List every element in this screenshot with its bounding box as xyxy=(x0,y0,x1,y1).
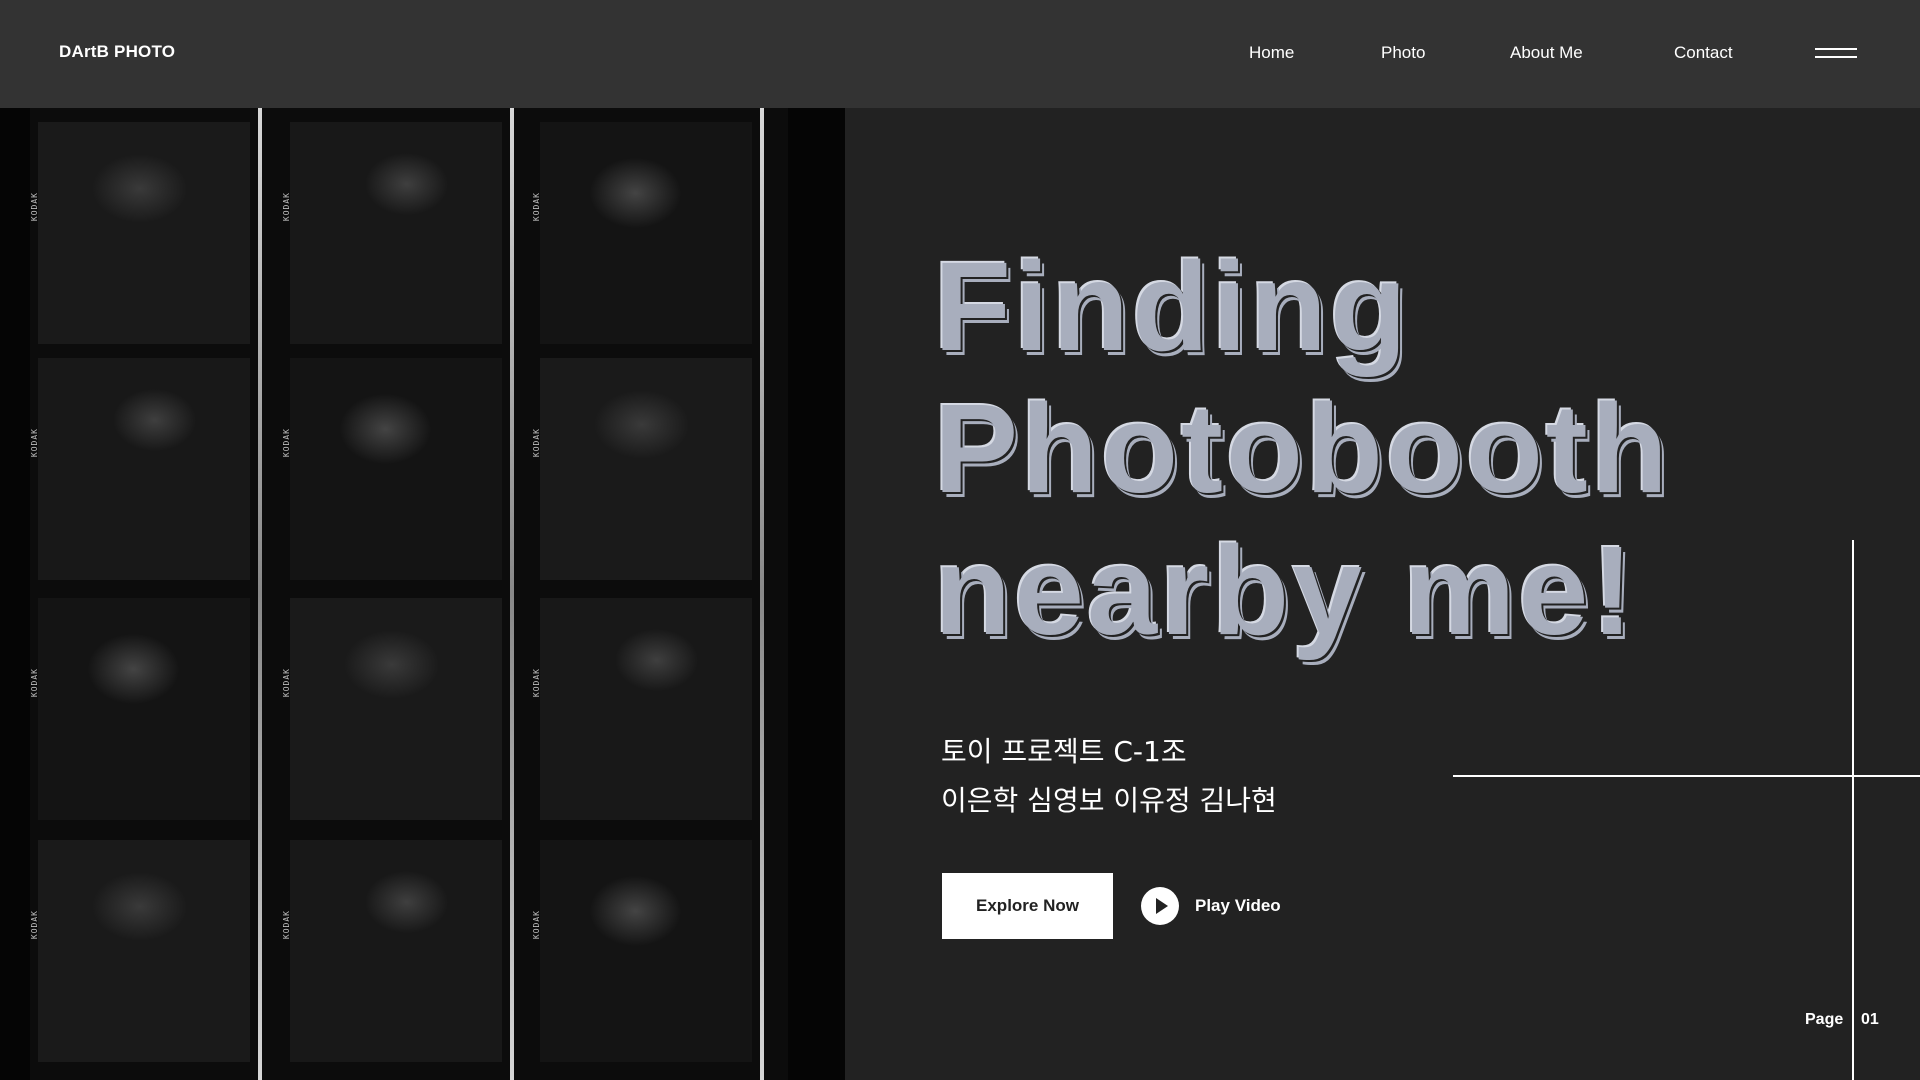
project-team-name: 토이 프로젝트 C-1조 xyxy=(941,735,1187,768)
photobooth-frame xyxy=(38,598,250,820)
portrait-photo xyxy=(290,598,502,820)
film-brand-marker: KODAK xyxy=(282,668,291,698)
film-edge xyxy=(258,108,262,1080)
photobooth-frame xyxy=(540,122,752,344)
explore-now-button[interactable]: Explore Now xyxy=(942,873,1113,939)
portrait-photo xyxy=(290,358,502,580)
film-brand-marker: KODAK xyxy=(282,910,291,940)
portrait-photo xyxy=(38,358,250,580)
menu-bar-bottom xyxy=(1815,56,1857,58)
film-brand-marker: KODAK xyxy=(532,428,541,458)
hero-title-line-2: Photobooth xyxy=(934,378,1671,519)
hamburger-menu-icon[interactable] xyxy=(1815,44,1857,64)
film-brand-marker: KODAK xyxy=(30,910,39,940)
photobooth-frame xyxy=(540,358,752,580)
team-members: 이은학 심영보 이유정 김나현 xyxy=(941,784,1277,817)
portrait-photo xyxy=(290,840,502,1062)
film-brand-marker: KODAK xyxy=(30,668,39,698)
film-brand-marker: KODAK xyxy=(282,192,291,222)
photobooth-frame xyxy=(290,840,502,1062)
decorative-horizontal-line xyxy=(1453,775,1920,777)
nav-about-me[interactable]: About Me xyxy=(1510,43,1583,63)
page-label: Page xyxy=(1805,1011,1844,1028)
decorative-vertical-line xyxy=(1852,540,1854,1080)
play-circle-icon[interactable] xyxy=(1141,887,1179,925)
navbar: DArtB PHOTO Home Photo About Me Contact xyxy=(0,0,1920,108)
portrait-photo xyxy=(38,598,250,820)
film-brand-marker: KODAK xyxy=(532,192,541,222)
portrait-photo xyxy=(540,840,752,1062)
film-brand-marker: KODAK xyxy=(532,668,541,698)
photobooth-frame xyxy=(540,598,752,820)
photobooth-frame xyxy=(38,122,250,344)
photobooth-frame xyxy=(290,358,502,580)
photobooth-frame xyxy=(38,840,250,1062)
portrait-photo xyxy=(38,840,250,1062)
hero-title-line-1: Finding xyxy=(934,236,1410,377)
hero-title: Finding Photobooth nearby me! xyxy=(934,236,1671,662)
photobooth-frame xyxy=(540,840,752,1062)
film-edge xyxy=(510,108,514,1080)
film-brand-marker: KODAK xyxy=(532,910,541,940)
portrait-photo xyxy=(38,122,250,344)
hero-title-line-3: nearby me! xyxy=(934,520,1637,661)
menu-bar-top xyxy=(1815,48,1857,50)
film-brand-marker: KODAK xyxy=(282,428,291,458)
portrait-photo xyxy=(540,122,752,344)
portrait-photo xyxy=(540,358,752,580)
nav-photo[interactable]: Photo xyxy=(1381,43,1425,63)
portrait-photo xyxy=(290,122,502,344)
play-video-label: Play Video xyxy=(1195,896,1281,915)
nav-home[interactable]: Home xyxy=(1249,43,1294,63)
photobooth-contact-sheet-image: KODAK KODAK KODAK KODAK KODAK KODAK KODAK KODAK… xyxy=(0,108,845,1080)
portrait-photo xyxy=(540,598,752,820)
hero-subtitle: 토이 프로젝트 C-1조 이은학 심영보 이유정 김나현 xyxy=(941,727,1277,825)
photobooth-frame xyxy=(290,122,502,344)
nav-contact[interactable]: Contact xyxy=(1674,43,1733,63)
film-brand-marker: KODAK xyxy=(30,192,39,222)
photobooth-frame xyxy=(38,358,250,580)
photobooth-frame xyxy=(290,598,502,820)
page-number: 01 xyxy=(1861,1011,1879,1028)
play-video-button[interactable]: Play Video xyxy=(1141,887,1281,925)
film-edge xyxy=(760,108,764,1080)
site-logo[interactable]: DArtB PHOTO xyxy=(59,42,175,62)
film-brand-marker: KODAK xyxy=(30,428,39,458)
